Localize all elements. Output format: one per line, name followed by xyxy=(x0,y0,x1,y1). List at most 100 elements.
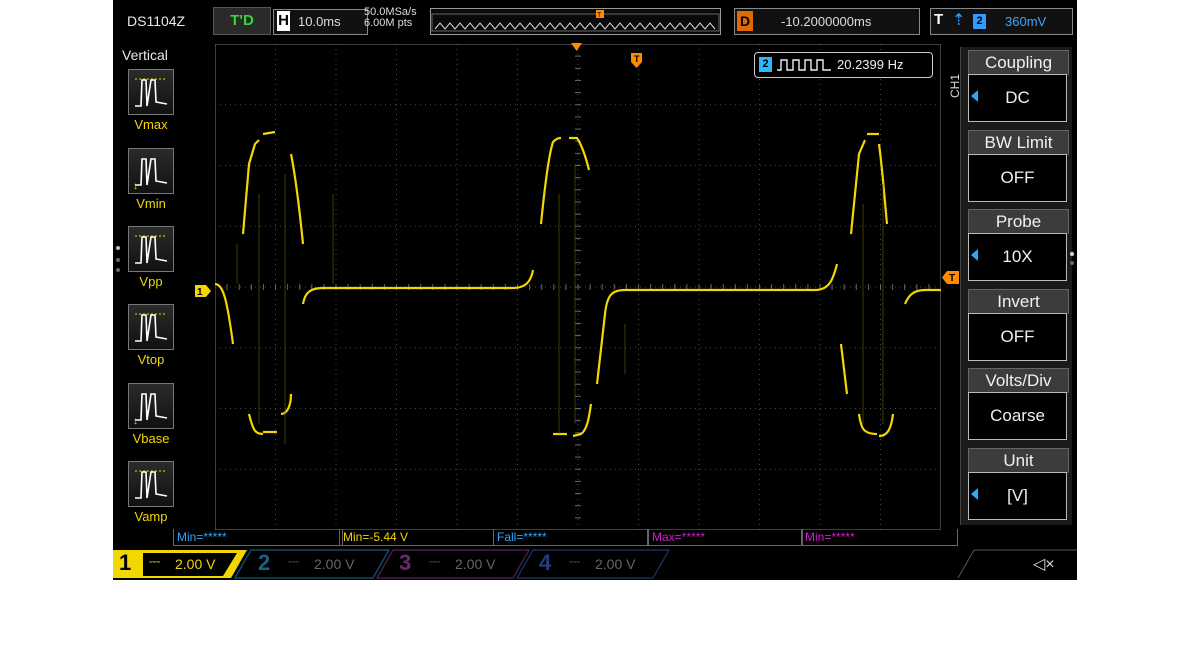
left-arrow-icon xyxy=(971,90,978,102)
trigger-time-marker-icon: T xyxy=(631,53,642,68)
rising-edge-icon: ⇡ xyxy=(952,12,966,29)
dc-coupling-icon: ⎓ xyxy=(429,553,441,569)
menu-item-value: Coarse xyxy=(968,392,1067,440)
ch1-ground-marker[interactable]: 1 xyxy=(195,285,211,297)
measure-item-label: Vbase xyxy=(132,431,170,446)
result-2[interactable]: Min=-5.44 V xyxy=(339,529,494,546)
acquisition-info: 50.0MSa/s 6.00M pts xyxy=(364,7,417,29)
trigger-position-icon xyxy=(571,43,582,51)
vpp-icon xyxy=(128,226,174,272)
result-3[interactable]: Fall=***** xyxy=(493,529,648,546)
memory-waveform-icon: T xyxy=(431,10,720,32)
measure-panel-title: Vertical xyxy=(122,47,168,63)
measure-item-label: Vamp xyxy=(134,509,168,524)
measure-item-label: Vpp xyxy=(139,274,163,289)
delay-label: D xyxy=(737,11,753,31)
menu-item-probe[interactable]: Probe 10X xyxy=(968,209,1069,285)
channel-bar: 1 ⎓ 2.00 V 2 ⎓ 2.00 V 3 ⎓ 2.00 V 4 ⎓ 2.0… xyxy=(113,547,1077,580)
menu-item-bw-limit[interactable]: BW Limit OFF xyxy=(968,129,1069,206)
vmin-icon: ↕ xyxy=(128,148,174,194)
vmax-icon xyxy=(128,69,174,115)
trigger-label: T xyxy=(934,11,944,28)
status-bar: DS1104Z T'D H 10.0ms 50.0MSa/s 6.00M pts… xyxy=(113,0,1077,42)
svg-text:↕: ↕ xyxy=(133,181,138,192)
left-arrow-icon xyxy=(971,487,978,500)
menu-item-unit[interactable]: Unit [V] xyxy=(968,447,1069,524)
svg-text:T: T xyxy=(634,54,640,64)
menu-item-title: Volts/Div xyxy=(968,368,1069,393)
measure-item-vmin[interactable]: ↕ Vmin xyxy=(128,148,174,220)
menu-item-title: Coupling xyxy=(968,50,1069,75)
square-wave-icon xyxy=(777,59,831,71)
measure-item-vmax[interactable]: Vmax xyxy=(128,69,174,141)
measure-item-vpp[interactable]: Vpp xyxy=(128,226,174,298)
oscilloscope-screen: DS1104Z T'D H 10.0ms 50.0MSa/s 6.00M pts… xyxy=(113,0,1077,580)
menu-item-title: BW Limit xyxy=(968,129,1069,155)
menu-channel-label: CH1 xyxy=(948,73,963,99)
channel-scale: 2.00 V xyxy=(175,556,216,572)
result-5[interactable]: Min=***** xyxy=(801,529,958,546)
trigger-level: 360mV xyxy=(1005,14,1047,29)
channel-scale: 2.00 V xyxy=(595,556,636,572)
measurement-results: Min=***** Min=-5.44 V Fall=***** Max=***… xyxy=(173,529,958,546)
waveform-display[interactable] xyxy=(215,44,941,530)
trigger-level-marker[interactable]: T xyxy=(942,271,959,284)
channel-scale: 2.00 V xyxy=(455,556,496,572)
frequency-counter[interactable]: 2 20.2399 Hz xyxy=(754,52,933,78)
dc-coupling-icon: ⎓ xyxy=(569,553,581,569)
model-name: DS1104Z xyxy=(127,13,186,29)
counter-value: 20.2399 Hz xyxy=(837,57,904,72)
channel-1-tab[interactable]: 1 ⎓ 2.00 V xyxy=(119,550,239,577)
svg-text:T: T xyxy=(949,273,955,284)
channel-menu: CH1 Coupling DC BW Limit OFF Probe 10X Invert O… xyxy=(948,47,1072,525)
menu-item-value: OFF xyxy=(968,312,1067,361)
menu-item-title: Probe xyxy=(968,209,1069,234)
dc-coupling-icon: ⎓ xyxy=(149,553,161,569)
measure-item-vamp[interactable]: Vamp xyxy=(128,461,174,533)
dc-coupling-icon: ⎓ xyxy=(288,553,300,569)
vbase-icon: ↕ xyxy=(128,383,174,429)
measure-item-label: Vmax xyxy=(134,117,168,132)
measure-item-vtop[interactable]: Vtop xyxy=(128,304,174,376)
channel-scale: 2.00 V xyxy=(314,556,355,572)
vamp-icon xyxy=(128,461,174,507)
page-dot-icon xyxy=(116,246,120,250)
channel-4-tab[interactable]: 4 ⎓ 2.00 V xyxy=(539,550,659,577)
delay-box[interactable]: D -10.2000000ms xyxy=(734,8,920,35)
menu-item-coupling[interactable]: Coupling DC xyxy=(968,50,1069,126)
menu-item-value: 10X xyxy=(968,233,1067,281)
timebase-value: 10.0ms xyxy=(298,14,341,29)
memory-overview[interactable]: T xyxy=(430,8,721,35)
channel-number: 2 xyxy=(258,550,271,575)
svg-text:T: T xyxy=(597,12,602,19)
measure-item-vbase[interactable]: ↕ Vbase xyxy=(128,383,174,455)
delay-value: -10.2000000ms xyxy=(781,14,872,29)
measure-panel: Vertical Vmax ↕ Vmin Vpp Vtop ↕ Vbase Vamp xyxy=(113,44,183,532)
menu-item-value: DC xyxy=(968,74,1067,122)
channel-number: 3 xyxy=(399,550,412,575)
page-dot-icon xyxy=(116,258,120,262)
channel-2-tab[interactable]: 2 ⎓ 2.00 V xyxy=(258,550,378,577)
channel-3-tab[interactable]: 3 ⎓ 2.00 V xyxy=(399,550,519,577)
svg-text:↕: ↕ xyxy=(133,416,138,427)
trigger-box[interactable]: T ⇡ 2 360mV xyxy=(930,8,1073,35)
counter-channel: 2 xyxy=(759,57,772,72)
horizontal-label: H xyxy=(277,11,290,31)
sound-muted-icon[interactable]: ◁× xyxy=(1033,554,1055,574)
menu-item-volts-div[interactable]: Volts/Div Coarse xyxy=(968,368,1069,444)
svg-text:1: 1 xyxy=(197,287,203,297)
result-1[interactable]: Min=***** xyxy=(173,529,343,546)
measure-item-label: Vmin xyxy=(136,196,166,211)
vtop-icon xyxy=(128,304,174,350)
result-4[interactable]: Max=***** xyxy=(648,529,803,546)
left-arrow-icon xyxy=(971,249,978,261)
page-dot-icon xyxy=(116,268,120,272)
ch1-waveform-persistence xyxy=(236,164,884,444)
menu-item-value: [V] xyxy=(968,471,1067,520)
channel-number: 4 xyxy=(539,550,552,575)
menu-item-invert[interactable]: Invert OFF xyxy=(968,288,1069,365)
trigger-status-badge[interactable]: T'D xyxy=(213,7,271,35)
timebase-box[interactable]: H 10.0ms xyxy=(273,9,368,35)
menu-page-dots-icon xyxy=(1069,251,1075,265)
channel-number: 1 xyxy=(119,550,132,575)
